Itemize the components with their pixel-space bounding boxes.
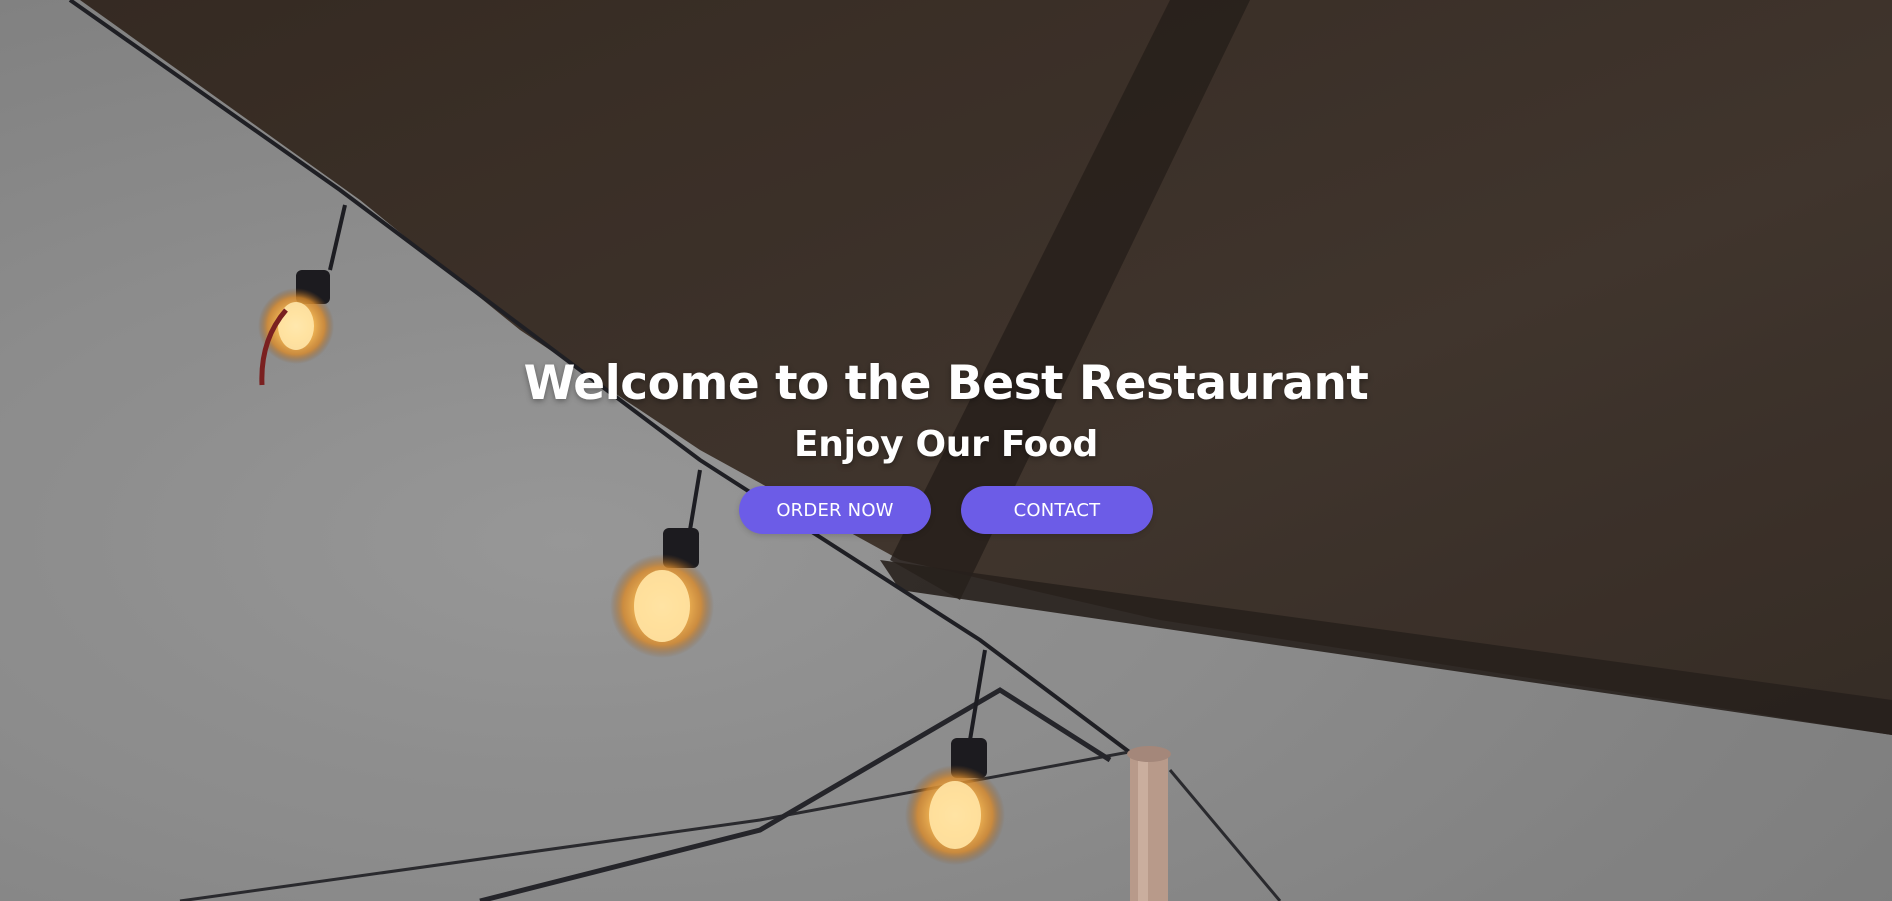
hero-section: Welcome to the Best Restaurant Enjoy Our… [0,0,1892,901]
hero-title: Welcome to the Best Restaurant [523,356,1369,411]
contact-button[interactable]: CONTACT [961,486,1153,534]
hero-buttons: ORDER NOW CONTACT [0,486,1892,534]
hero-content: Welcome to the Best Restaurant Enjoy Our… [0,352,1892,534]
hero-subtitle: Enjoy Our Food [794,424,1098,465]
order-now-button[interactable]: ORDER NOW [739,486,931,534]
